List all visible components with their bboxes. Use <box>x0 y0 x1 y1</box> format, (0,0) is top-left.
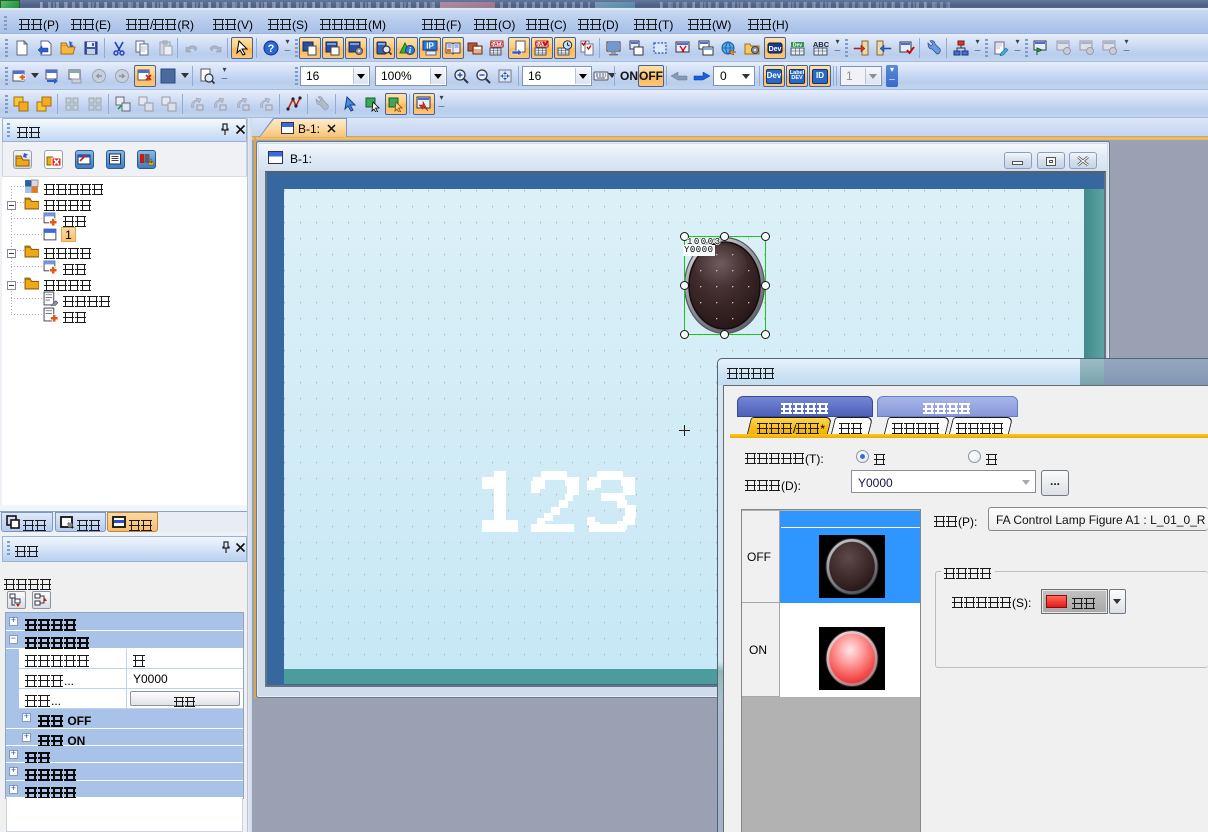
svg-text:Dev: Dev <box>769 46 782 53</box>
svg-text:DATA: DATA <box>490 42 504 48</box>
svg-text:?: ? <box>268 43 275 55</box>
svg-text:IP: IP <box>426 42 434 51</box>
